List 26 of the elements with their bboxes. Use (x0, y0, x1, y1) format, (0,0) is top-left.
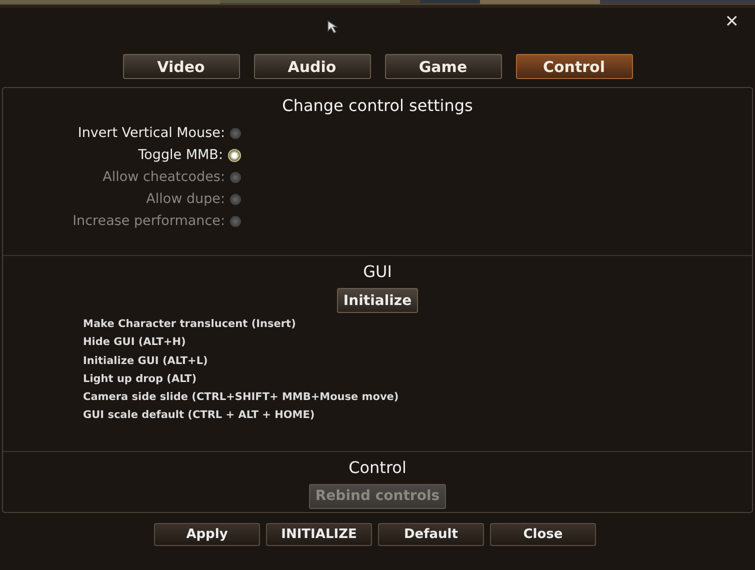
option-label: Allow cheatcodes: (102, 169, 225, 185)
option-label: Increase performance: (72, 213, 225, 229)
dialog-button[interactable]: Default (378, 523, 484, 546)
tab[interactable]: Game (384, 54, 502, 79)
tab[interactable]: Audio (254, 54, 370, 79)
tab[interactable]: Control (516, 54, 632, 79)
section-title: Change control settings (281, 95, 474, 115)
section-title: Control (348, 456, 406, 477)
hotkey-text: Light up drop (ALT) (83, 372, 198, 387)
dialog-button[interactable]: Apply (154, 523, 260, 546)
hotkey-text: Camera side slide (CTRL+SHIFT+ MMB+Mouse move) (83, 390, 399, 406)
hotkey-text: GUI scale default (CTRL + ALT + HOME) (83, 408, 316, 424)
radio-button[interactable] (230, 128, 241, 138)
close-button[interactable]: ✕ (722, 12, 741, 32)
initialize-button[interactable]: Initialize (337, 288, 418, 313)
dialog-button[interactable]: Close (490, 523, 596, 546)
option-label: Invert Vertical Mouse: (78, 125, 225, 141)
hotkey-text: Initialize GUI (ALT+L) (83, 354, 209, 369)
option-label: Toggle MMB: (138, 147, 223, 163)
cursor-icon (327, 20, 341, 34)
option-label: Allow dupe: (146, 191, 225, 207)
tab[interactable]: Video (122, 54, 240, 79)
hotkey-text: Hide GUI (ALT+H) (83, 335, 187, 350)
section-title: GUI (363, 261, 392, 281)
dialog-button[interactable]: INITIALIZE (266, 523, 372, 546)
hotkey-text: Make Character translucent (Insert) (83, 317, 297, 332)
